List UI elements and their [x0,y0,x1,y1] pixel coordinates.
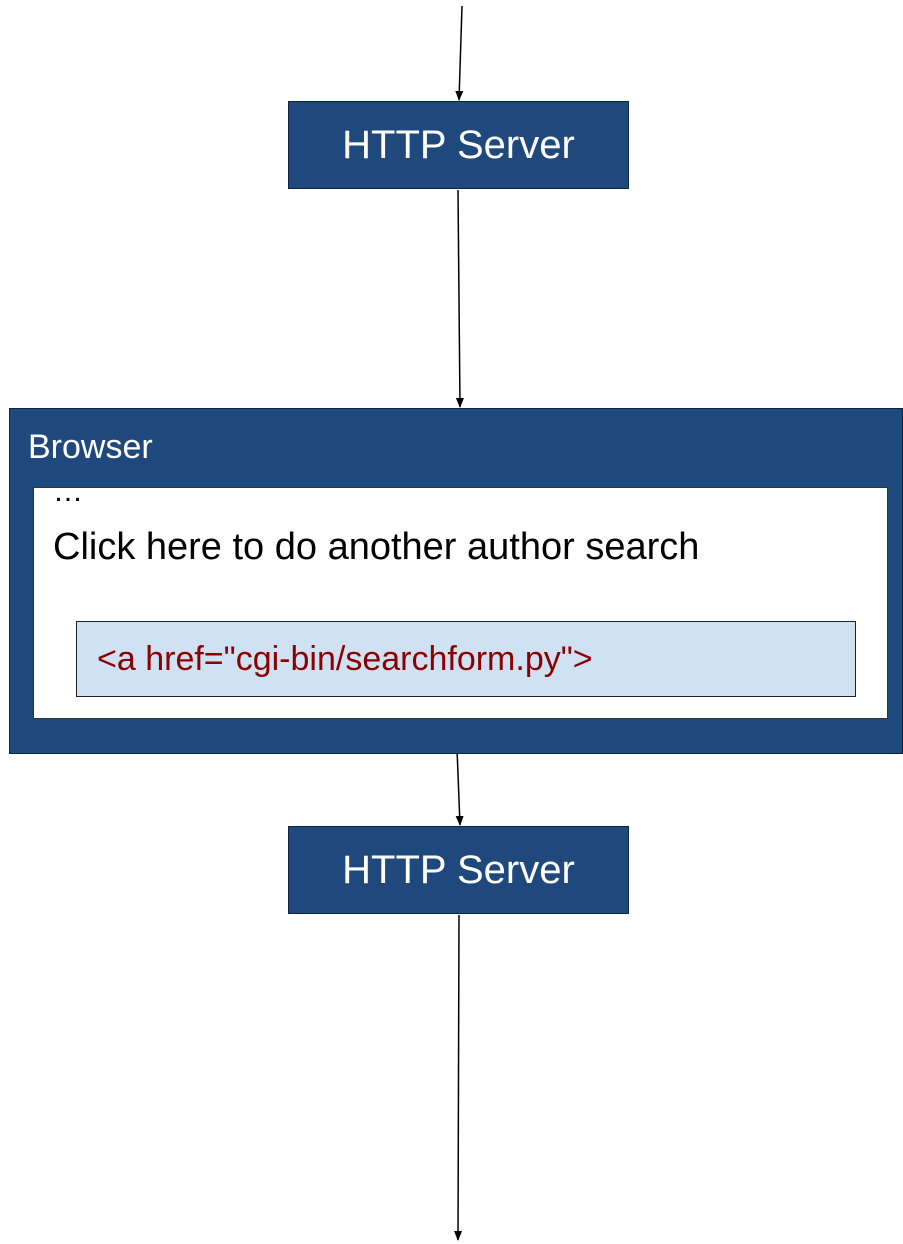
browser-box: Browser … Click here to do another autho… [9,408,903,754]
http-server-top-label: HTTP Server [342,122,575,167]
browser-title: Browser [28,428,153,466]
page-link-text: Click here to do another author search [53,526,700,568]
arrow-top-server-to-browser [455,189,464,408]
http-server-bottom-label: HTTP Server [342,847,575,892]
http-server-bottom: HTTP Server [288,826,629,914]
anchor-code-box: <a href="cgi-bin/searchform.py"> [76,621,856,697]
page-ellipsis: … [53,475,83,508]
http-server-top: HTTP Server [288,101,629,189]
browser-page-content: … Click here to do another author search… [33,475,888,719]
arrow-into-top-server [455,5,464,101]
arrow-out-of-bottom-server [454,914,463,1241]
